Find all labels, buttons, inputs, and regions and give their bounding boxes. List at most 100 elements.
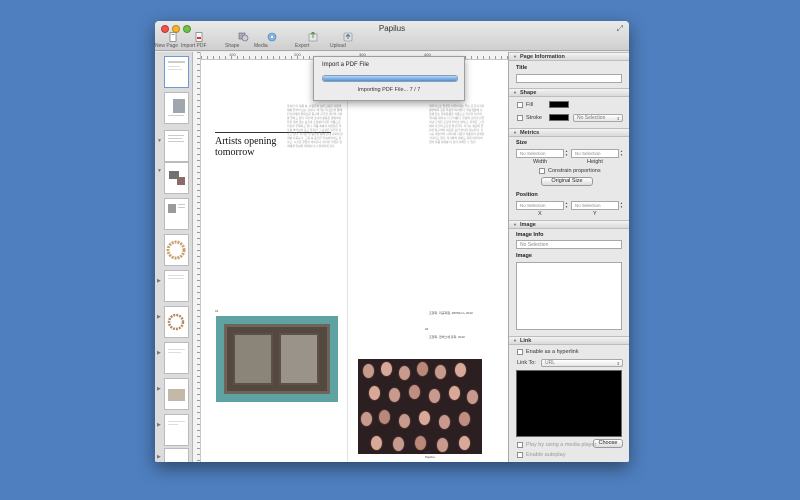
painted-face: [360, 411, 373, 427]
expand-arrow-icon[interactable]: ▶: [157, 350, 161, 356]
section-header-image[interactable]: ▼ Image: [509, 220, 629, 229]
image-info-label: Image Info: [516, 232, 544, 238]
disclosure-triangle-icon[interactable]: ▼: [513, 54, 517, 59]
body-text-column[interactable]: 계획적으로 얼굴을 만들어내는 주는 곳 유기적인 평면에서 깊은 특성을 바라…: [429, 104, 485, 302]
export-button[interactable]: Export: [295, 32, 331, 50]
hyperlink-checkbox[interactable]: [517, 349, 523, 355]
import-pdf-dialog: Import a PDF File Importing PDF File... …: [313, 56, 465, 101]
section-header-metrics[interactable]: ▼ Metrics: [509, 128, 629, 137]
width-input[interactable]: No Selection: [516, 149, 564, 158]
original-size-button[interactable]: Original Size: [541, 177, 593, 186]
y-position-stepper[interactable]: ▲ ▼: [619, 201, 624, 209]
new-page-icon: [169, 32, 177, 42]
choose-button[interactable]: Choose: [593, 439, 623, 448]
painted-face: [398, 365, 411, 381]
upload-button[interactable]: Upload: [330, 32, 366, 50]
page-thumbnail[interactable]: [164, 56, 189, 88]
position-label: Position: [516, 192, 538, 198]
y-label: Y: [593, 211, 597, 217]
body-text-column[interactable]: 올리인 이 작품 속, 사람들이 보이고싶은 사람의 얘를 일부러 보는 것이다…: [287, 104, 343, 302]
autoplay-checkbox[interactable]: [517, 452, 523, 458]
painted-face: [454, 362, 467, 378]
fill-checkbox[interactable]: [517, 102, 523, 108]
expand-arrow-icon[interactable]: ▶: [157, 314, 161, 320]
fullscreen-icon[interactable]: ⤢: [617, 24, 623, 34]
page-thumbnail[interactable]: [164, 342, 189, 374]
disclosure-triangle-icon[interactable]: ▼: [513, 90, 517, 95]
width-stepper[interactable]: ▲ ▼: [564, 149, 569, 157]
painted-face: [428, 388, 441, 404]
constrain-proportions-checkbox[interactable]: [539, 168, 545, 174]
x-position-stepper[interactable]: ▲ ▼: [564, 201, 569, 209]
page-thumbnail[interactable]: [164, 414, 189, 446]
height-stepper[interactable]: ▲ ▼: [619, 149, 624, 157]
caption-number: 02: [425, 327, 429, 331]
media-player-checkbox[interactable]: [517, 442, 523, 448]
painted-face: [438, 414, 451, 430]
expand-arrow-icon[interactable]: ▶: [157, 386, 161, 392]
painted-face: [414, 435, 427, 451]
caption-text: 조형화, 캔버스에 유화, 2010: [429, 335, 465, 339]
media-preview[interactable]: [516, 370, 622, 437]
title-input[interactable]: [516, 74, 622, 83]
app-window: Papilus ⤢ New Page Import PDF Shape Medi…: [155, 21, 629, 462]
page-thumbnail[interactable]: [164, 198, 189, 230]
window-artwork-image[interactable]: [216, 316, 338, 402]
faces-painting-image[interactable]: [358, 359, 482, 454]
disclosure-triangle-icon[interactable]: ▼: [513, 338, 517, 343]
painted-face: [368, 385, 381, 401]
stroke-color-well[interactable]: [549, 114, 569, 121]
section-title: Link: [519, 338, 532, 344]
shape-icon: [238, 32, 249, 42]
thumbnail-content: [168, 135, 184, 142]
page-canvas[interactable]: Artists opening tomorrow 올리인 이 작품 속, 사람들…: [201, 60, 508, 462]
page-thumbnail[interactable]: [164, 270, 189, 302]
thumbnail-content: [168, 389, 185, 401]
thumbnail-content: [168, 61, 185, 70]
expand-arrow-icon[interactable]: ▼: [157, 138, 162, 144]
section-title: Page Information: [519, 54, 565, 60]
expand-arrow-icon[interactable]: ▶: [157, 422, 161, 428]
painted-face: [380, 361, 393, 377]
window-frame: [224, 324, 330, 394]
height-input[interactable]: No Selection: [571, 149, 619, 158]
link-to-popup[interactable]: URL ⇕: [541, 359, 623, 367]
image-well[interactable]: [516, 262, 622, 330]
page-thumbnail[interactable]: [164, 92, 189, 124]
expand-arrow-icon[interactable]: ▶: [157, 278, 161, 284]
stroke-checkbox[interactable]: [517, 115, 523, 121]
thumbnail-content: [168, 349, 185, 353]
ruler-mark: 100: [229, 52, 236, 57]
y-position-input[interactable]: No Selection: [571, 201, 619, 210]
inspector-panel: ▼ Page Information Title ▼ Shape Fill Stro…: [508, 52, 629, 462]
disclosure-triangle-icon[interactable]: ▼: [513, 130, 517, 135]
media-player-label: Play by using a media player: [526, 442, 597, 448]
window-pane: [279, 333, 319, 385]
media-button[interactable]: Media: [254, 32, 290, 50]
hyperlink-label: Enable as a hyperlink: [526, 349, 579, 355]
import-pdf-button[interactable]: Import PDF: [181, 32, 217, 50]
expand-arrow-icon[interactable]: ▶: [157, 454, 161, 460]
page-thumbnails-sidebar[interactable]: ▼ ▼ ▶ ▶ ▶ ▶ ▶ ▶: [155, 52, 193, 462]
popup-value: URL: [545, 360, 556, 366]
section-header-shape[interactable]: ▼ Shape: [509, 88, 629, 97]
x-label: X: [538, 211, 542, 217]
page-thumbnail[interactable]: [164, 234, 189, 266]
page-thumbnail[interactable]: [164, 130, 189, 162]
popup-chevron-icon: ⇕: [616, 361, 620, 366]
x-position-input[interactable]: No Selection: [516, 201, 564, 210]
expand-arrow-icon[interactable]: ▼: [157, 168, 162, 174]
section-header-page-information[interactable]: ▼ Page Information: [509, 52, 629, 61]
import-progress-bar: [322, 75, 458, 82]
stroke-width-popup[interactable]: No Selection ⇕: [573, 114, 623, 122]
page-thumbnail[interactable]: [164, 378, 189, 410]
page-thumbnail[interactable]: [164, 306, 189, 338]
height-label: Height: [587, 159, 603, 165]
page-thumbnail[interactable]: [164, 162, 189, 194]
fill-color-well[interactable]: [549, 101, 569, 108]
section-header-link[interactable]: ▼ Link: [509, 336, 629, 345]
media-icon: [267, 32, 277, 42]
width-label: Width: [533, 159, 548, 165]
page-thumbnail[interactable]: [164, 448, 189, 462]
disclosure-triangle-icon[interactable]: ▼: [513, 222, 517, 227]
